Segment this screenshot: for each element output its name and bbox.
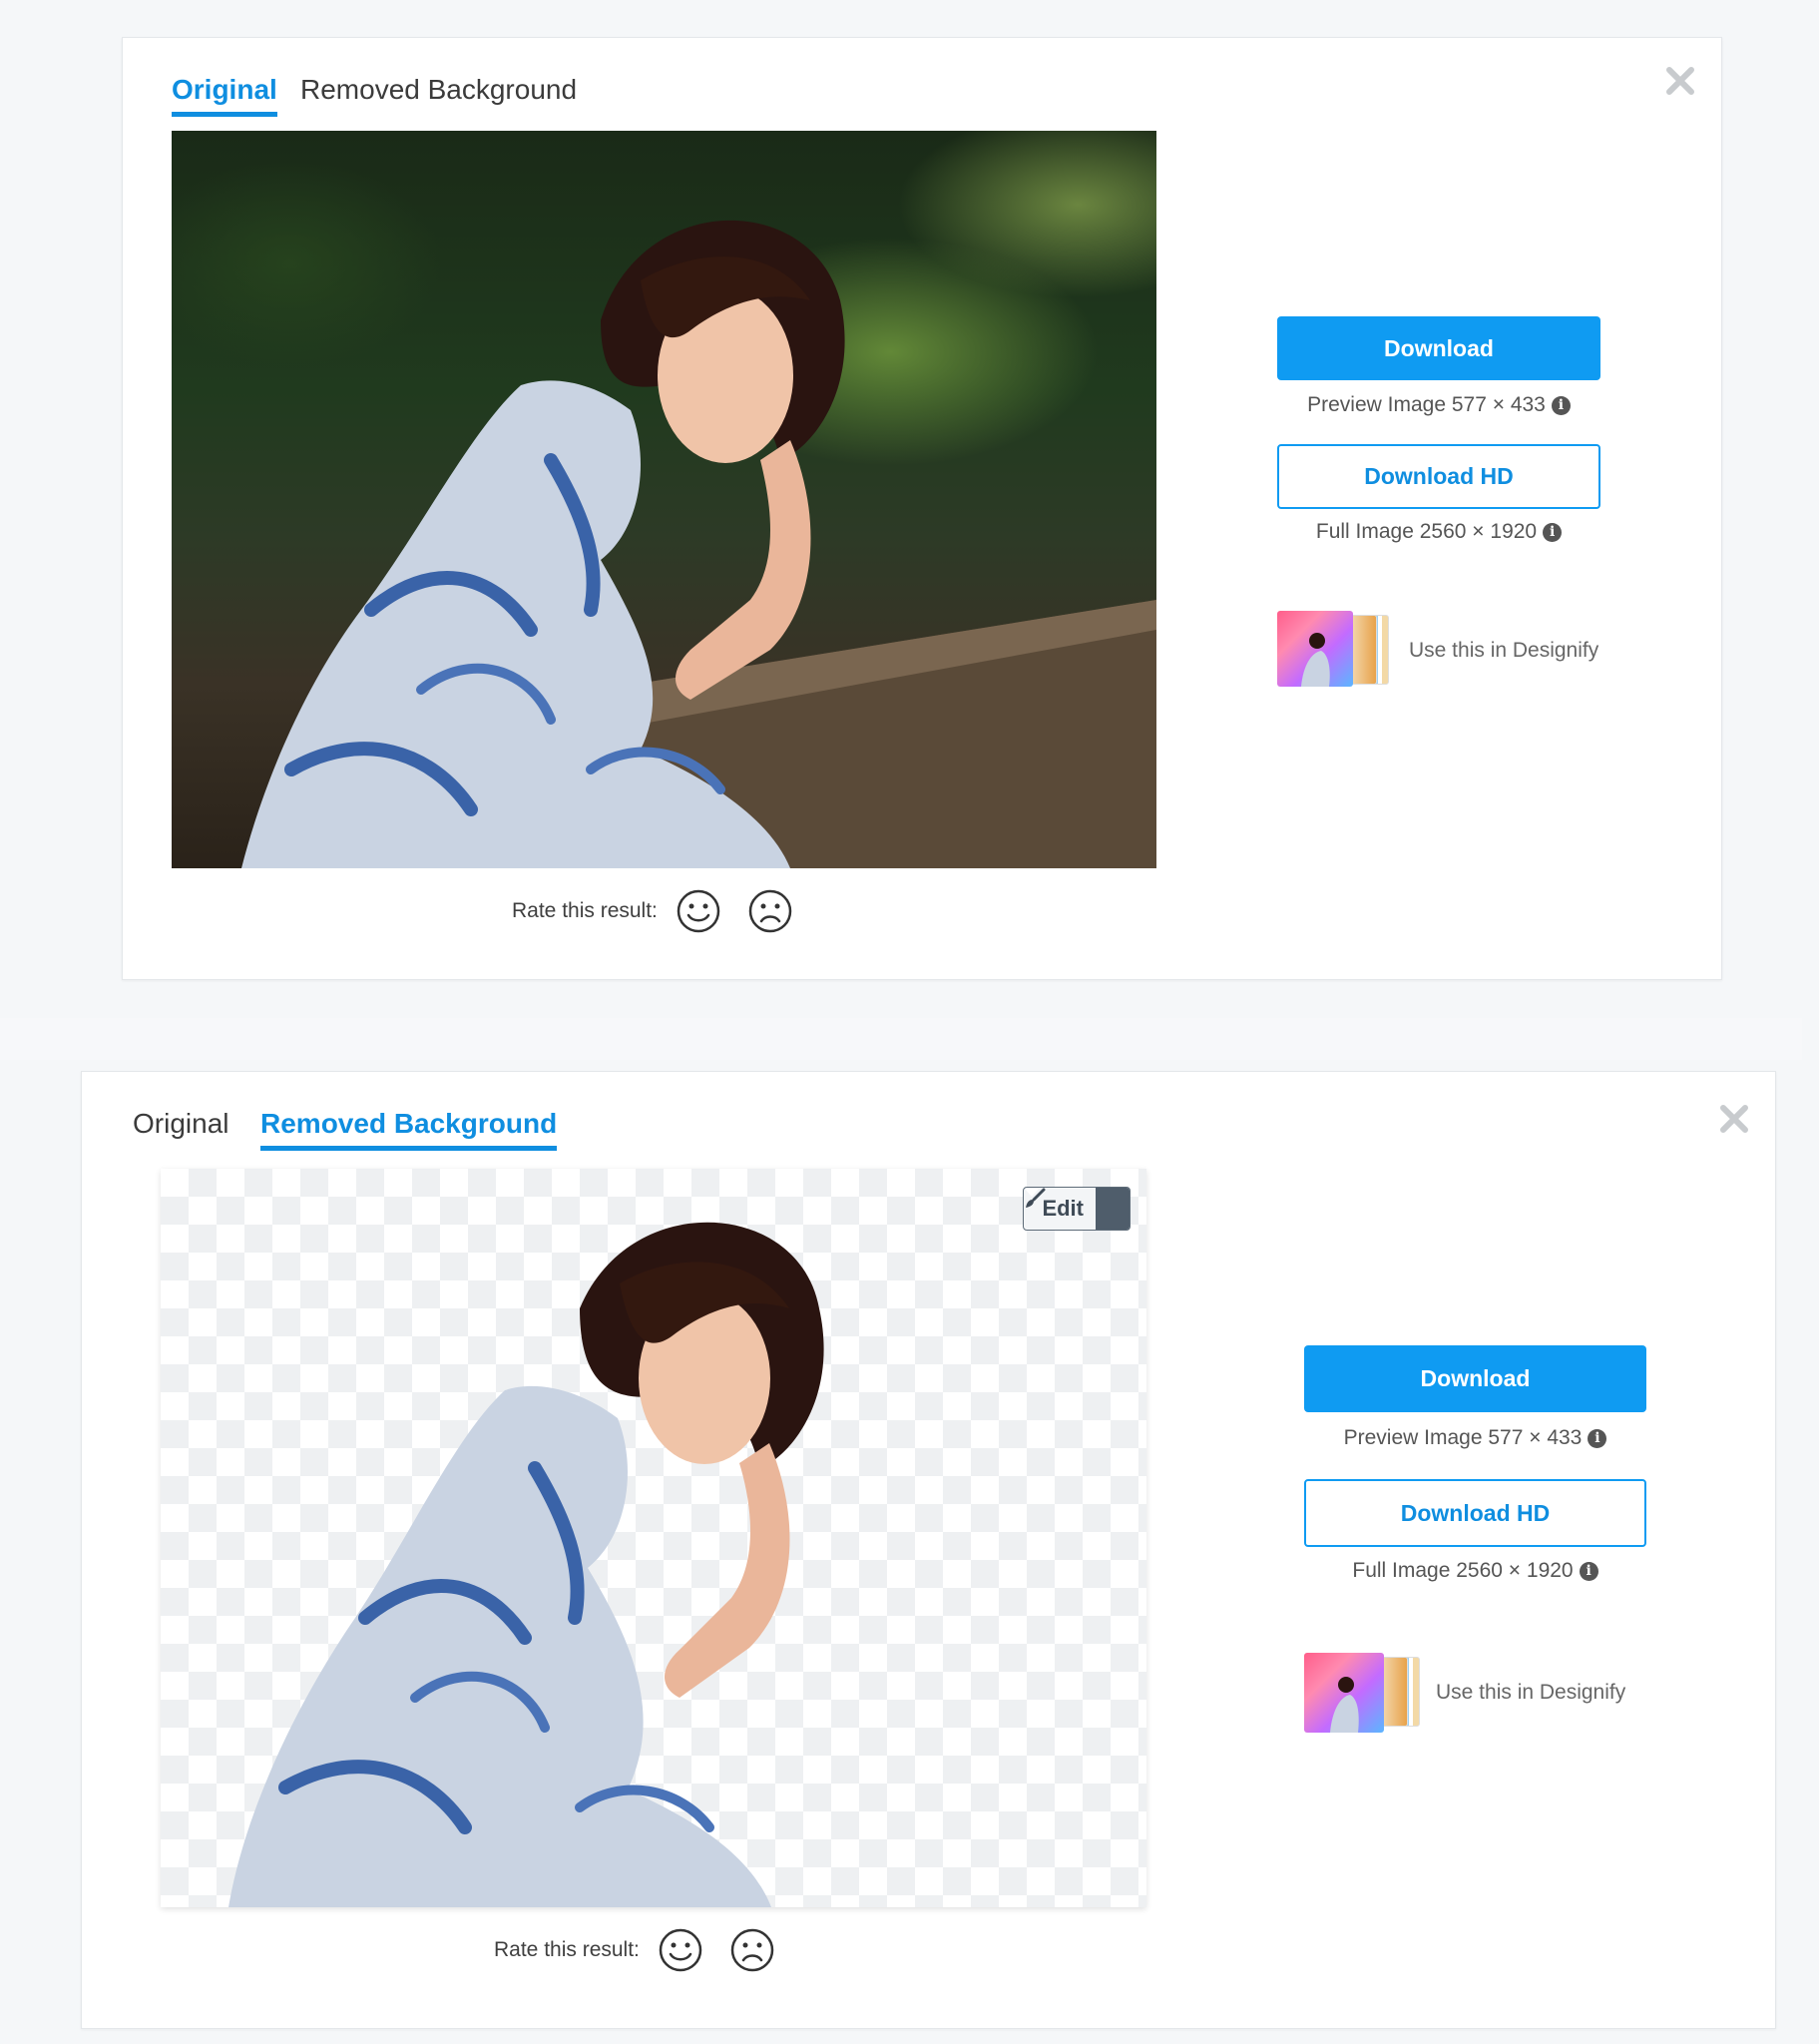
full-size-text: Full Image 2560 × 1920 xyxy=(1315,520,1538,543)
tab-original[interactable]: Original xyxy=(172,70,277,117)
tab-removed-background[interactable]: Removed Background xyxy=(300,70,577,112)
edit-button-group: Edit xyxy=(1023,1187,1131,1231)
download-button[interactable]: Download xyxy=(1304,1345,1646,1412)
rating-row: Rate this result: xyxy=(512,888,819,934)
info-icon[interactable]: i xyxy=(1588,1428,1607,1448)
preview-image-info: Preview Image 577 × 433 i xyxy=(1304,1422,1646,1454)
close-icon[interactable] xyxy=(1663,64,1697,98)
close-icon[interactable] xyxy=(1717,1102,1751,1136)
removed-background-photo: Edit xyxy=(161,1169,1146,1907)
smiley-face-icon[interactable] xyxy=(658,1927,703,1973)
tab-original[interactable]: Original xyxy=(133,1104,228,1146)
full-image-info: Full Image 2560 × 1920 i xyxy=(1277,517,1600,547)
frowning-face-icon[interactable] xyxy=(729,1927,775,1973)
edit-label: Edit xyxy=(1042,1196,1084,1221)
preview-image-info: Preview Image 577 × 433 i xyxy=(1277,390,1600,420)
page-divider xyxy=(0,1018,1802,1060)
designify-link[interactable]: Use this in Designify xyxy=(1277,611,1600,691)
full-size-text: Full Image 2560 × 1920 xyxy=(1352,1559,1574,1582)
result-panel-removed-background: Original Removed Background Edit Rate th… xyxy=(81,1071,1776,2029)
tab-removed-background[interactable]: Removed Background xyxy=(260,1104,558,1151)
download-hd-button[interactable]: Download HD xyxy=(1304,1479,1646,1547)
preview-size-text: Preview Image 577 × 433 xyxy=(1343,1426,1583,1449)
frowning-face-icon[interactable] xyxy=(747,888,793,934)
designify-label: Use this in Designify xyxy=(1436,1681,1626,1704)
smiley-face-icon[interactable] xyxy=(676,888,721,934)
info-icon[interactable]: i xyxy=(1551,395,1571,415)
rate-label: Rate this result: xyxy=(494,1938,640,1961)
download-options: Download Preview Image 577 × 433 i Downl… xyxy=(1304,1345,1646,1733)
info-icon[interactable]: i xyxy=(1543,522,1563,542)
info-icon[interactable]: i xyxy=(1579,1561,1598,1581)
caret-down-icon[interactable] xyxy=(1025,1188,1130,1230)
download-options: Download Preview Image 577 × 433 i Downl… xyxy=(1277,316,1600,691)
original-photo xyxy=(172,131,1156,868)
preview-size-text: Preview Image 577 × 433 xyxy=(1307,393,1546,416)
download-button[interactable]: Download xyxy=(1277,316,1600,380)
result-panel-original: Original Removed Background Rate this re… xyxy=(122,37,1722,980)
designify-link[interactable]: Use this in Designify xyxy=(1304,1653,1646,1733)
full-image-info: Full Image 2560 × 1920 i xyxy=(1304,1555,1646,1587)
rate-label: Rate this result: xyxy=(512,899,658,922)
designify-thumbnail xyxy=(1304,1653,1422,1733)
designify-label: Use this in Designify xyxy=(1409,639,1599,662)
download-hd-button[interactable]: Download HD xyxy=(1277,444,1600,509)
rating-row: Rate this result: xyxy=(494,1927,801,1973)
designify-thumbnail xyxy=(1277,611,1395,691)
